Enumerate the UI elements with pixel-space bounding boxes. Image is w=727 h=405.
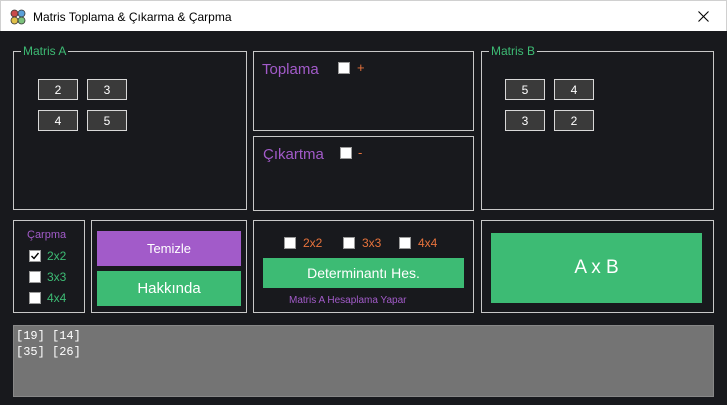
cikartma-checkbox[interactable] — [340, 147, 352, 159]
carpma-title: Çarpma — [27, 229, 67, 241]
matrix-a-cell-12[interactable]: 3 — [87, 79, 127, 100]
toplama-label: Toplama — [262, 61, 319, 78]
result-line: [19] [14] — [16, 329, 81, 343]
carpma-4x4-checkbox[interactable] — [29, 292, 41, 304]
matrix-b-cell-21[interactable]: 3 — [505, 110, 545, 131]
determinant-button[interactable]: Determinantı Hes. — [263, 258, 464, 288]
det-2x2-checkbox[interactable] — [284, 237, 296, 249]
carpma-4x4-label: 4x4 — [47, 291, 67, 305]
toplama-sign: + — [357, 60, 365, 75]
title-bar: Matris Toplama & Çıkarma & Çarpma — [0, 0, 727, 31]
det-3x3-label: 3x3 — [362, 236, 382, 250]
multiply-group: A x B — [481, 220, 714, 313]
cikartma-sign: - — [358, 145, 363, 160]
matrix-a-cell-21[interactable]: 4 — [38, 110, 78, 131]
matrix-b-cell-22[interactable]: 2 — [554, 110, 594, 131]
carpma-3x3-checkbox[interactable] — [29, 271, 41, 283]
actions-group: Temizle Hakkında — [91, 220, 247, 313]
toplama-group: Toplama + — [253, 51, 474, 131]
determinant-note: Matris A Hesaplama Yapar — [289, 295, 407, 306]
matrix-b-group: Matris B 5 4 3 2 — [481, 44, 714, 210]
close-button[interactable] — [680, 1, 726, 32]
matrix-b-cell-11[interactable]: 5 — [505, 79, 545, 100]
matrix-a-group: Matris A 2 3 4 5 — [13, 44, 247, 210]
det-3x3-checkbox[interactable] — [343, 237, 355, 249]
carpma-3x3-label: 3x3 — [47, 270, 67, 284]
matrix-b-cell-12[interactable]: 4 — [554, 79, 594, 100]
carpma-group: Çarpma 2x2 3x3 4x4 — [13, 220, 85, 313]
det-4x4-label: 4x4 — [418, 236, 438, 250]
multiply-button[interactable]: A x B — [491, 233, 702, 303]
cikartma-label: Çıkartma — [263, 146, 324, 163]
result-line: [35] [26] — [16, 345, 81, 359]
cikartma-group: Çıkartma - — [253, 136, 474, 211]
close-icon — [697, 11, 709, 22]
carpma-2x2-label: 2x2 — [47, 249, 67, 263]
matrix-a-cell-22[interactable]: 5 — [87, 110, 127, 131]
toplama-checkbox[interactable] — [338, 62, 350, 74]
det-2x2-label: 2x2 — [303, 236, 323, 250]
det-4x4-checkbox[interactable] — [399, 237, 411, 249]
determinant-group: 2x2 3x3 4x4 Determinantı Hes. Matris A H… — [253, 220, 474, 313]
matrix-a-cell-11[interactable]: 2 — [38, 79, 78, 100]
window-title: Matris Toplama & Çıkarma & Çarpma — [33, 10, 232, 24]
temizle-button[interactable]: Temizle — [97, 231, 241, 266]
result-output[interactable]: [19] [14] [35] [26] — [13, 325, 714, 397]
matrix-b-legend: Matris B — [489, 44, 538, 58]
hakkinda-button[interactable]: Hakkında — [97, 271, 241, 306]
carpma-2x2-checkbox[interactable] — [29, 250, 41, 262]
client-area: Matris A 2 3 4 5 Toplama + Çıkartma - Ma… — [0, 31, 727, 405]
matrix-a-legend: Matris A — [21, 44, 69, 58]
app-icon — [10, 9, 26, 25]
